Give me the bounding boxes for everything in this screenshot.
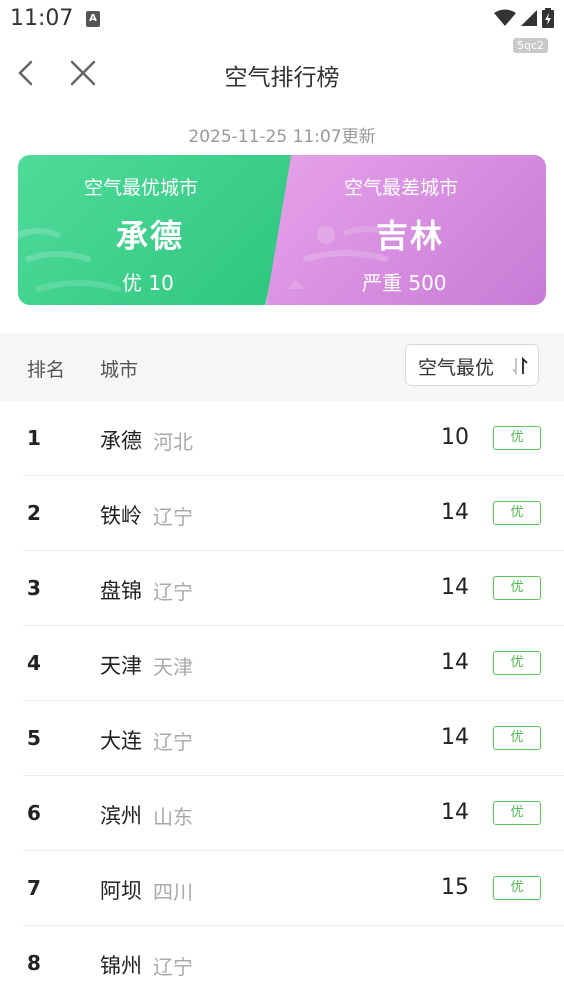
sort-button[interactable]: 空气最优	[405, 344, 539, 386]
best-city-name: 承德	[116, 217, 185, 255]
city-name: 盘锦	[100, 579, 142, 603]
worst-city-name: 吉林	[376, 217, 445, 255]
nav-bar: 空气排行榜	[0, 48, 564, 100]
table-row[interactable]: 8 锦州 辽宁	[0, 926, 564, 1001]
table-row[interactable]: 4 天津 天津 14 优	[0, 626, 564, 701]
aqi-value: 14	[441, 650, 469, 675]
table-row[interactable]: 6 滨州 山东 14 优	[0, 776, 564, 851]
province-name: 天津	[153, 655, 193, 679]
aqi-value: 14	[441, 800, 469, 825]
level-badge: 优	[493, 801, 541, 825]
sort-label: 空气最优	[418, 357, 495, 379]
city-name: 阿坝	[100, 879, 142, 903]
province-name: 山东	[153, 805, 193, 829]
province-name: 河北	[153, 430, 193, 454]
worst-city-card[interactable]: 空气最差城市 吉林 严重 500	[266, 155, 546, 305]
ranking-table-header: 排名 城市 空气最优	[0, 333, 564, 401]
rank-number: 1	[27, 426, 41, 450]
province-name: 辽宁	[153, 955, 193, 979]
ranking-list: 1 承德 河北 10 优 2 铁岭 辽宁 14 优 3 盘锦 辽宁 14 优 4…	[0, 401, 564, 1001]
aqi-value: 15	[441, 875, 469, 900]
rank-number: 2	[27, 501, 41, 525]
city-name: 大连	[100, 729, 142, 753]
worst-card-label: 空气最差城市	[344, 177, 459, 199]
province-name: 四川	[153, 880, 193, 904]
table-row[interactable]: 3 盘锦 辽宁 14 优	[0, 551, 564, 626]
update-time: 2025-11-25 11:07更新	[188, 127, 376, 147]
city-name: 锦州	[100, 954, 142, 978]
level-badge: 优	[493, 501, 541, 525]
table-row[interactable]: 2 铁岭 辽宁 14 优	[0, 476, 564, 551]
best-city-value: 优 10	[122, 271, 174, 295]
province-name: 辽宁	[153, 580, 193, 604]
status-bar: 11:07 A	[0, 0, 564, 40]
level-badge: 优	[493, 651, 541, 675]
wifi-icon	[494, 9, 516, 26]
city-name: 天津	[100, 654, 142, 678]
air-quality-cards: 空气最优城市 承德 优 10 空气最差城市 吉林 严重 500	[18, 155, 546, 305]
aqi-value: 10	[441, 425, 469, 450]
city-name: 铁岭	[100, 504, 142, 528]
rank-number: 3	[27, 576, 41, 600]
level-badge: 优	[493, 576, 541, 600]
status-icons	[494, 8, 554, 28]
rank-number: 7	[27, 876, 41, 900]
rank-number: 5	[27, 726, 41, 750]
page-title: 空气排行榜	[224, 65, 340, 91]
header-city: 城市	[100, 359, 139, 381]
best-city-card[interactable]: 空气最优城市 承德 优 10	[18, 155, 296, 305]
table-row[interactable]: 5 大连 辽宁 14 优	[0, 701, 564, 776]
table-row[interactable]: 1 承德 河北 10 优	[0, 401, 564, 476]
level-badge: 优	[493, 426, 541, 450]
level-badge: 优	[493, 876, 541, 900]
aqi-value: 14	[441, 500, 469, 525]
rank-number: 8	[27, 951, 41, 975]
rank-number: 6	[27, 801, 41, 825]
a-notification-icon: A	[86, 11, 100, 27]
header-rank: 排名	[27, 359, 66, 381]
status-time: 11:07	[10, 6, 74, 31]
city-name: 承德	[100, 429, 142, 453]
rank-number: 4	[27, 651, 41, 675]
level-badge: 优	[493, 726, 541, 750]
table-row[interactable]: 7 阿坝 四川 15 优	[0, 851, 564, 926]
province-name: 辽宁	[153, 505, 193, 529]
best-card-label: 空气最优城市	[84, 177, 199, 199]
sort-arrows-icon	[512, 357, 528, 375]
province-name: 辽宁	[153, 730, 193, 754]
aqi-value: 14	[441, 575, 469, 600]
signal-icon	[521, 10, 537, 26]
aqi-value: 14	[441, 725, 469, 750]
worst-city-value: 严重 500	[362, 271, 447, 295]
city-name: 滨州	[100, 804, 142, 828]
battery-icon	[542, 8, 554, 28]
